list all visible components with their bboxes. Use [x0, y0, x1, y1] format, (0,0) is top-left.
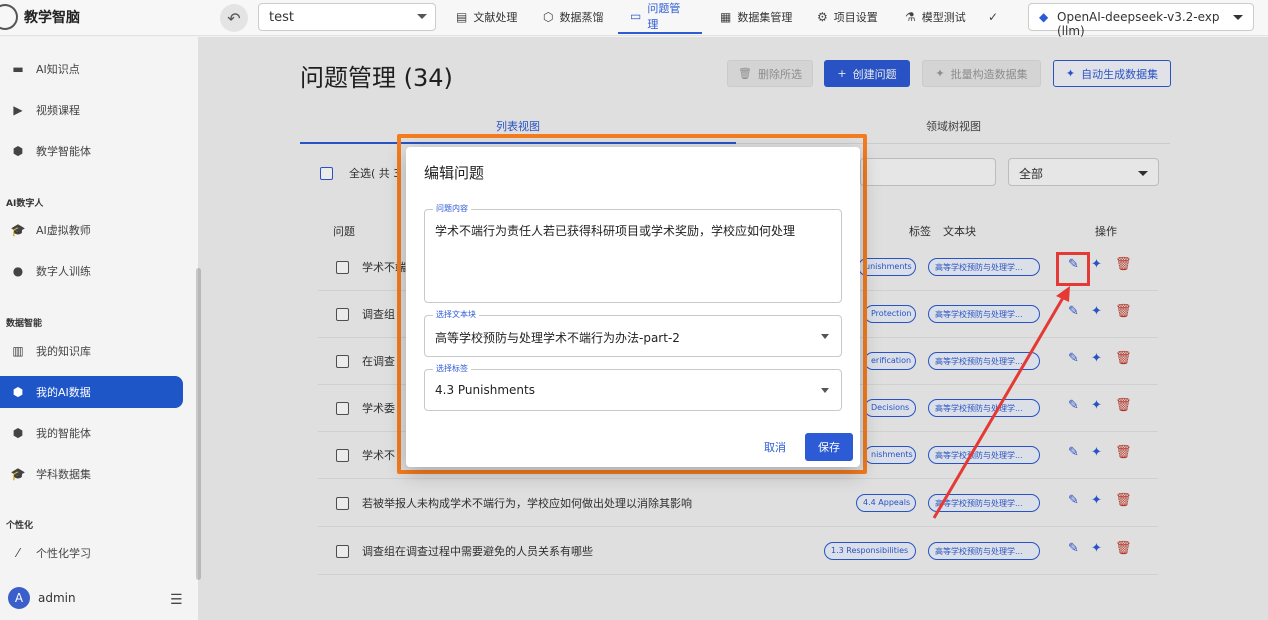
film-icon: ▬: [12, 62, 24, 76]
cube-icon: ⬡: [543, 10, 554, 24]
sidebar-item-video-courses[interactable]: ▶ 视频课程: [0, 94, 183, 126]
nav-label: 数据集管理: [737, 11, 793, 24]
save-button[interactable]: 保存: [805, 433, 853, 461]
sidebar-item-personalized-learning[interactable]: ⁄ 个性化学习: [0, 537, 183, 569]
grid-icon: ▦: [720, 10, 732, 24]
sidebar-group-data-intelligence: 数据智能: [6, 319, 43, 329]
model-select[interactable]: ◆ OpenAI-deepseek-v3.2-exp (llm): [1028, 3, 1254, 38]
nav-project-settings[interactable]: ⚙ 项目设置: [817, 0, 878, 34]
sidebar-item-label: 我的智能体: [36, 427, 91, 440]
sidebar-item-label: 我的知识库: [36, 345, 91, 358]
graduation-cap-icon: 🎓: [10, 223, 26, 237]
collapse-sidebar-icon[interactable]: ☰: [170, 592, 183, 608]
tag-value: 4.3 Punishments: [435, 383, 535, 397]
nav-label: 数据蒸馏: [559, 11, 604, 24]
nav-check[interactable]: ✓: [988, 0, 1004, 34]
sidebar-item-label: 视频课程: [36, 104, 80, 117]
text-chunk-value: 高等学校预防与处理学术不端行为办法-part-2: [435, 331, 680, 345]
nav-label: 问题管理: [647, 2, 681, 31]
robot-icon: ◆: [1039, 10, 1049, 24]
sidebar-item-teaching-agent[interactable]: ⬢ 教学智能体: [0, 135, 183, 167]
field-label: 选择标签: [433, 363, 471, 374]
sidebar-item-label: 学科数据集: [36, 468, 91, 481]
wand-icon: ⁄: [16, 546, 19, 560]
sidebar-item-label: AI虚拟教师: [36, 224, 91, 237]
nav-question-management[interactable]: ▭ 问题管理: [618, 0, 702, 34]
question-content-value[interactable]: 学术不端行为责任人若已获得科研项目或学术奖励，学校应如何处理: [435, 222, 795, 239]
chat-icon: ▭: [630, 9, 642, 23]
avatar: A: [8, 587, 30, 609]
nav-dataset-management[interactable]: ▦ 数据集管理: [720, 0, 792, 34]
tag-select[interactable]: 选择标签 4.3 Punishments: [424, 363, 842, 411]
sidebar: ▬ AI知识点 ▶ 视频课程 ⬢ 教学智能体 AI数字人 🎓 AI虚拟教师 ● 数字人训练…: [0, 37, 198, 620]
user-name: admin: [38, 591, 76, 605]
field-label: 问题内容: [433, 203, 471, 214]
project-select-value: test: [269, 10, 294, 25]
chevron-down-icon: [417, 14, 427, 19]
person-icon: ●: [12, 264, 24, 278]
check-circle-icon: ✓: [988, 10, 999, 24]
model-select-value: OpenAI-deepseek-v3.2-exp (llm): [1057, 10, 1220, 38]
project-select[interactable]: test: [258, 3, 436, 31]
graduation-cap-icon: 🎓: [10, 467, 26, 481]
logo-icon: [0, 4, 18, 30]
undo-icon: ↶: [227, 8, 241, 28]
nav-literature[interactable]: ▤ 文献处理: [456, 0, 517, 34]
field-label: 选择文本块: [433, 309, 479, 320]
sidebar-item-ai-knowledge[interactable]: ▬ AI知识点: [0, 53, 183, 85]
text-chunk-select[interactable]: 选择文本块 高等学校预防与处理学术不端行为办法-part-2: [424, 309, 842, 357]
sidebar-item-label: 教学智能体: [36, 145, 91, 158]
sidebar-group-personalization: 个性化: [6, 521, 34, 531]
app-title: 教学智脑: [24, 10, 80, 26]
user-profile[interactable]: A admin: [8, 587, 76, 609]
top-bar: 教学智脑 ↶ test ▤ 文献处理 ⬡ 数据蒸馏 ▭ 问题管理 ▦ 数据集管理 ⚙ 项目…: [0, 0, 1268, 38]
cube-icon: ⬢: [12, 144, 24, 158]
sidebar-item-label: 数字人训练: [36, 265, 91, 278]
dialog-title: 编辑问题: [424, 164, 485, 182]
edit-question-dialog: 编辑问题 问题内容 学术不端行为责任人若已获得科研项目或学术奖励，学校应如何处理…: [406, 147, 860, 467]
nav-distill[interactable]: ⬡ 数据蒸馏: [543, 0, 603, 34]
sidebar-item-knowledge-base[interactable]: ▥ 我的知识库: [0, 335, 183, 367]
question-content-field[interactable]: 问题内容 学术不端行为责任人若已获得科研项目或学术奖励，学校应如何处理: [424, 203, 842, 303]
gear-icon: ⚙: [817, 10, 828, 24]
undo-button[interactable]: ↶: [220, 4, 248, 32]
sidebar-item-label: AI知识点: [36, 63, 80, 76]
annotation-highlight-box: [1056, 252, 1090, 286]
nav-label: 项目设置: [833, 11, 878, 24]
chevron-down-icon: [821, 334, 829, 339]
sidebar-item-my-ai-data[interactable]: ⬢ 我的AI数据: [0, 376, 183, 408]
nav-label: 文献处理: [473, 11, 518, 24]
video-icon: ▶: [13, 103, 23, 117]
app-logo[interactable]: 教学智脑: [0, 4, 80, 30]
sidebar-group-digital-human: AI数字人: [6, 199, 44, 209]
document-icon: ▤: [456, 10, 468, 24]
sidebar-item-subject-datasets[interactable]: 🎓 学科数据集: [0, 458, 183, 490]
nav-label: 模型测试: [921, 11, 966, 24]
nav-model-test[interactable]: ⚗ 模型测试: [905, 0, 966, 34]
sidebar-item-label: 我的AI数据: [36, 386, 91, 399]
flask-icon: ⚗: [905, 10, 916, 24]
sidebar-item-label: 个性化学习: [36, 547, 91, 560]
sidebar-item-digital-human-training[interactable]: ● 数字人训练: [0, 255, 183, 287]
chevron-down-icon: [1233, 15, 1243, 20]
chevron-down-icon: [821, 388, 829, 393]
cancel-button[interactable]: 取消: [764, 439, 786, 455]
sidebar-item-ai-teacher[interactable]: 🎓 AI虚拟教师: [0, 214, 183, 246]
book-icon: ▥: [12, 344, 24, 358]
cube-icon: ⬢: [12, 426, 24, 440]
box-icon: ⬢: [12, 385, 24, 399]
sidebar-item-my-agents[interactable]: ⬢ 我的智能体: [0, 417, 183, 449]
